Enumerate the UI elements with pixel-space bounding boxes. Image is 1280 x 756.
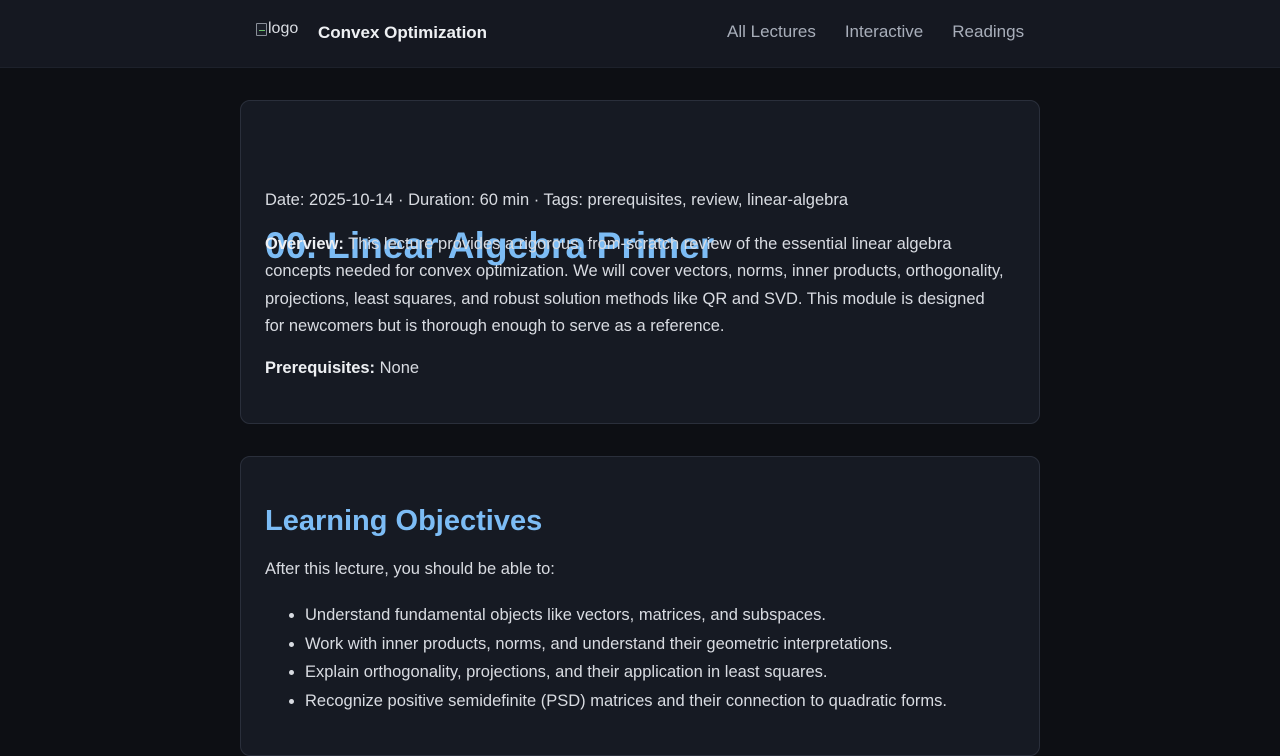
- prerequisites-label: Prerequisites:: [265, 359, 376, 377]
- list-item: Explain orthogonality, projections, and …: [305, 660, 947, 689]
- lecture-prerequisites: Prerequisites: None: [265, 359, 419, 378]
- objectives-intro: After this lecture, you should be able t…: [265, 560, 555, 578]
- top-navbar: logo Convex Optimization All Lectures In…: [0, 0, 1280, 68]
- overview-text: This lecture provides a rigorous, from-s…: [265, 235, 1004, 335]
- lecture-meta: Date: 2025-10-14 · Duration: 60 min · Ta…: [265, 191, 848, 209]
- list-item: Recognize positive semidefinite (PSD) ma…: [305, 689, 947, 718]
- objectives-heading: Learning Objectives: [265, 505, 543, 537]
- nav-link-all-lectures[interactable]: All Lectures: [727, 22, 816, 42]
- logo-broken-image-icon[interactable]: logo: [256, 17, 306, 41]
- site-title[interactable]: Convex Optimization: [318, 23, 487, 43]
- main-nav: All Lectures Interactive Readings: [727, 22, 1024, 42]
- list-item: Understand fundamental objects like vect…: [305, 603, 947, 632]
- list-item: Work with inner products, norms, and und…: [305, 632, 947, 661]
- broken-image-icon: [256, 22, 267, 36]
- lecture-overview: Overview: This lecture provides a rigoro…: [265, 231, 1005, 340]
- brand[interactable]: logo Convex Optimization: [256, 16, 487, 50]
- overview-label: Overview:: [265, 235, 344, 253]
- nav-link-readings[interactable]: Readings: [952, 22, 1024, 42]
- logo-alt-text: logo: [268, 20, 299, 37]
- prerequisites-value: None: [379, 359, 420, 377]
- objectives-list: Understand fundamental objects like vect…: [265, 603, 947, 718]
- nav-link-interactive[interactable]: Interactive: [845, 22, 923, 42]
